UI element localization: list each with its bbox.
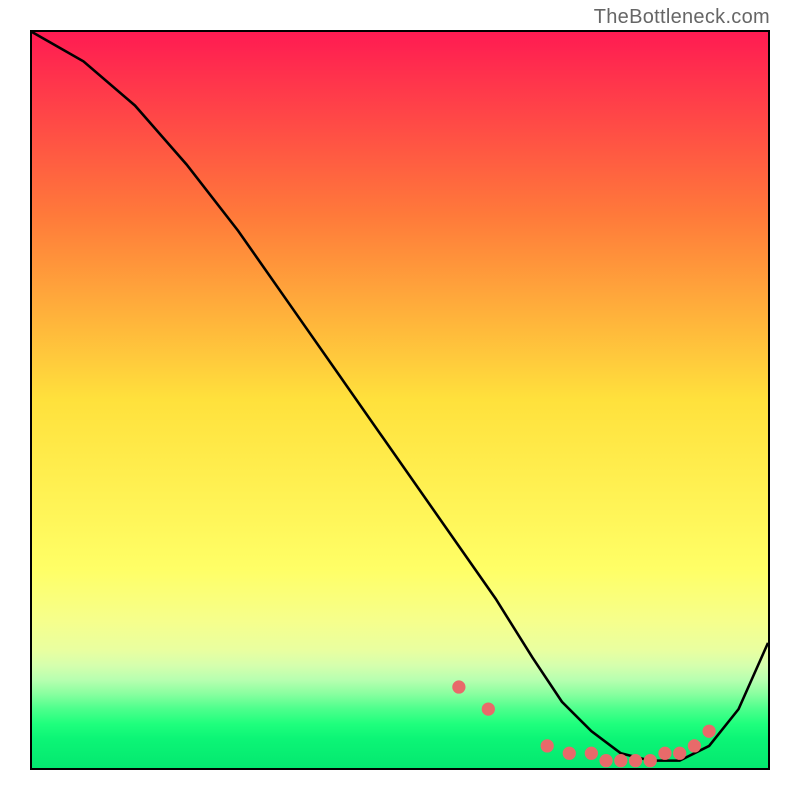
curve-marker bbox=[644, 754, 657, 767]
curve-marker bbox=[629, 754, 642, 767]
curve-marker bbox=[614, 754, 627, 767]
curve-marker bbox=[482, 702, 495, 715]
curve-marker bbox=[541, 739, 554, 752]
chart-svg bbox=[32, 32, 768, 768]
curve-marker bbox=[658, 747, 671, 760]
watermark-label: TheBottleneck.com bbox=[594, 6, 770, 29]
gradient-background bbox=[32, 32, 768, 768]
curve-marker bbox=[563, 747, 576, 760]
curve-marker bbox=[702, 725, 715, 738]
plot-area bbox=[30, 30, 770, 770]
curve-marker bbox=[452, 680, 465, 693]
chart-frame: TheBottleneck.com bbox=[0, 0, 800, 800]
curve-marker bbox=[599, 754, 612, 767]
curve-marker bbox=[688, 739, 701, 752]
curve-marker bbox=[585, 747, 598, 760]
curve-marker bbox=[673, 747, 686, 760]
